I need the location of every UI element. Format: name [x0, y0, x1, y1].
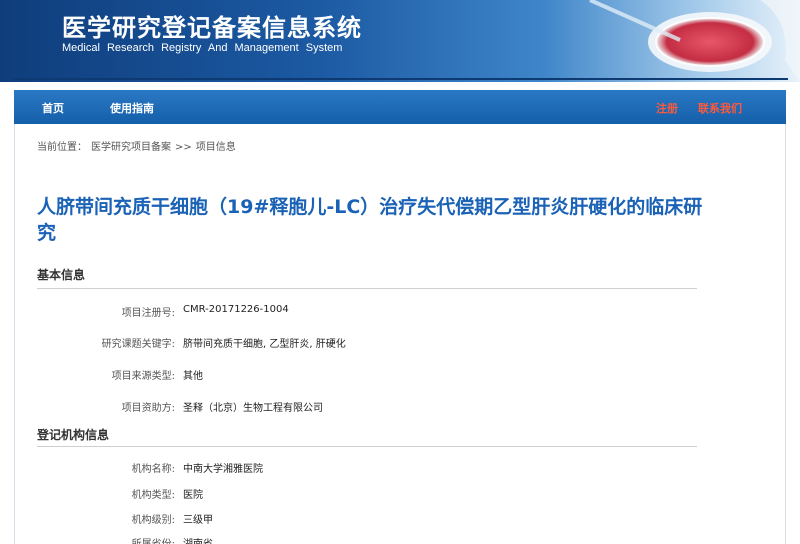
field-label: 机构级别:: [131, 515, 175, 526]
field-value: 其他: [183, 371, 203, 382]
main-content: 当前位置： 医学研究项目备案 >> 项目信息 人脐带间充质干细胞（19#释胞儿-LC）…: [14, 124, 786, 544]
nav-guide-link[interactable]: 使用指南: [110, 100, 154, 116]
field-label: 机构名称:: [131, 464, 175, 475]
main-nav: 首页 使用指南 注册 联系我们: [14, 90, 786, 124]
breadcrumb-level1-link[interactable]: 医学研究项目备案: [91, 142, 171, 153]
project-title: 人脐带间充质干细胞（19#释胞儿-LC）治疗失代偿期乙型肝炎肝硬化的临床研究: [37, 196, 703, 244]
field-label: 研究课题关键字:: [101, 339, 175, 350]
field-source-type: 项目来源类型: 其他: [37, 367, 697, 383]
field-sponsor: 项目资助方: 圣释（北京）生物工程有限公司: [37, 399, 697, 415]
nav-contact-link[interactable]: 联系我们: [698, 100, 742, 116]
site-title-en: Medical Research Registry And Management…: [62, 42, 343, 54]
field-value: CMR-20171226-1004: [183, 304, 289, 315]
breadcrumb-separator: >>: [175, 142, 192, 153]
field-registration-number: 项目注册号: CMR-20171226-1004: [37, 304, 697, 320]
field-label: 项目来源类型:: [111, 371, 175, 382]
field-label: 项目注册号:: [121, 308, 175, 319]
institution-info-divider: [37, 446, 697, 447]
field-value: 湖南省: [183, 535, 213, 544]
breadcrumb-level2: 项目信息: [195, 142, 236, 153]
field-institution-type: 机构类型: 医院: [37, 486, 697, 502]
field-label: 所属省份:: [132, 535, 175, 544]
field-value: 圣释（北京）生物工程有限公司: [183, 403, 323, 414]
nav-register-link[interactable]: 注册: [656, 100, 678, 116]
field-label: 机构类型:: [131, 490, 175, 501]
breadcrumb-prefix: 当前位置：: [37, 142, 87, 153]
field-value: 三级甲: [183, 515, 213, 526]
site-header: 医学研究登记备案信息系统 Medical Research Registry A…: [0, 0, 800, 82]
field-label: 项目资助方:: [121, 403, 175, 414]
site-title-cn: 医学研究登记备案信息系统: [62, 13, 362, 42]
basic-info-heading: 基本信息: [37, 268, 86, 282]
institution-info-heading: 登记机构信息: [37, 428, 110, 442]
field-province: 所属省份: 湖南省: [37, 535, 697, 544]
field-value: 脐带间充质干细胞, 乙型肝炎, 肝硬化: [183, 339, 346, 350]
field-value: 医院: [183, 490, 203, 501]
breadcrumb: 当前位置： 医学研究项目备案 >> 项目信息: [37, 138, 240, 153]
field-institution-level: 机构级别: 三级甲: [37, 511, 697, 527]
field-value: 中南大学湘雅医院: [183, 464, 263, 475]
field-keywords: 研究课题关键字: 脐带间充质干细胞, 乙型肝炎, 肝硬化: [37, 335, 697, 351]
basic-info-divider: [37, 288, 697, 289]
nav-home-link[interactable]: 首页: [42, 100, 64, 116]
field-institution-name: 机构名称: 中南大学湘雅医院: [37, 460, 697, 476]
